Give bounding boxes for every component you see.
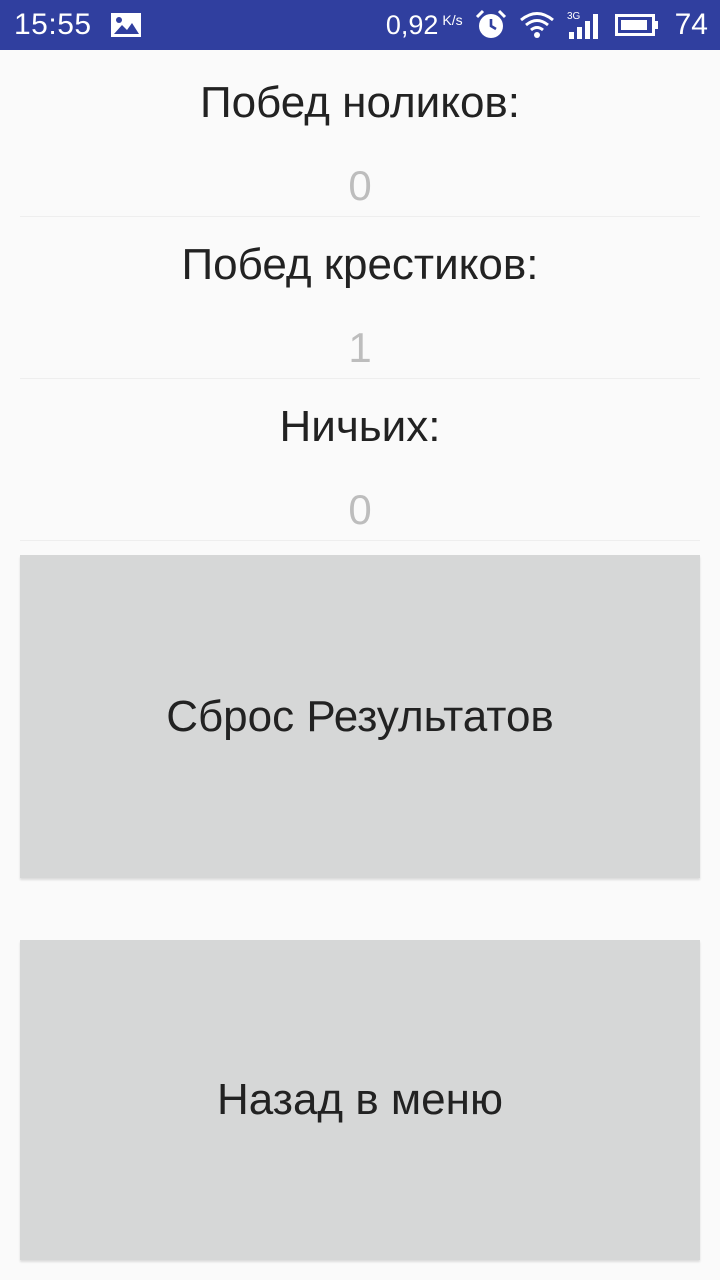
network-type-label: 3G [567,11,581,22]
network-speed: 0,92 K/s [386,10,463,41]
crosses-wins-label: Побед крестиков: [181,240,539,289]
status-bar: 15:55 0,92 K/s 3G 74 [0,0,720,50]
alarm-clock-icon [475,9,507,41]
reset-results-button[interactable]: Сброс Результатов [20,555,700,878]
battery-icon [614,12,659,38]
image-icon [110,12,142,38]
noughts-wins-label: Побед ноликов: [199,78,521,127]
draws-label: Ничьих: [279,402,441,451]
network-speed-unit: K/s [442,11,463,28]
divider [20,540,700,541]
crosses-wins-value: 1 [348,324,372,371]
wifi-icon [519,11,555,39]
draws-value: 0 [348,486,372,533]
signal-3g-icon: 3G [567,10,603,40]
noughts-wins-value: 0 [348,162,372,209]
status-time: 15:55 [14,8,92,41]
divider [20,216,700,217]
results-screen: Побед ноликов: 0 Побед крестиков: 1 Ничь… [0,50,720,1280]
back-to-menu-button[interactable]: Назад в меню [20,940,700,1260]
battery-level: 74 [674,8,708,41]
network-speed-value: 0,92 [385,9,439,40]
divider [20,378,700,379]
